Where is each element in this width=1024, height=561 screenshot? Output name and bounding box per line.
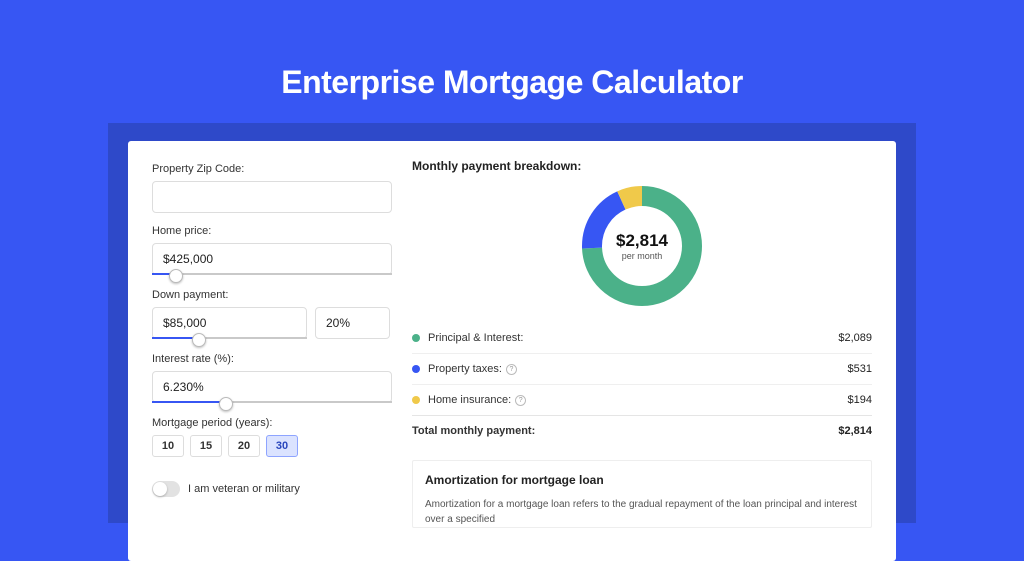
- period-label: Mortgage period (years):: [152, 417, 388, 429]
- period-btn-10[interactable]: 10: [152, 435, 184, 457]
- donut-chart: $2,814 per month: [581, 185, 703, 307]
- hero-band: Property Zip Code: Home price: Down paym…: [108, 123, 916, 523]
- legend-total-label: Total monthly payment:: [412, 425, 838, 437]
- donut-center-sub: per month: [622, 251, 663, 261]
- dot-icon: [412, 396, 420, 404]
- inputs-column: Property Zip Code: Home price: Down paym…: [128, 141, 388, 561]
- legend: Principal & Interest: $2,089 Property ta…: [412, 323, 872, 446]
- info-icon[interactable]: ?: [515, 395, 526, 406]
- zip-field-group: Property Zip Code:: [152, 163, 388, 213]
- veteran-toggle[interactable]: [152, 481, 180, 497]
- legend-text: Home insurance:: [428, 394, 511, 406]
- donut-center-amount: $2,814: [616, 231, 668, 251]
- legend-value: $2,089: [838, 332, 872, 344]
- period-button-group: 10 15 20 30: [152, 435, 388, 457]
- legend-label: Home insurance: ?: [428, 394, 848, 406]
- price-field-group: Home price:: [152, 225, 388, 277]
- legend-row-taxes: Property taxes: ? $531: [412, 353, 872, 384]
- price-input[interactable]: [152, 243, 392, 275]
- amortization-title: Amortization for mortgage loan: [425, 473, 859, 487]
- period-btn-20[interactable]: 20: [228, 435, 260, 457]
- amortization-text: Amortization for a mortgage loan refers …: [425, 497, 859, 527]
- down-pct-input[interactable]: [315, 307, 390, 339]
- legend-value: $531: [848, 363, 872, 375]
- rate-input[interactable]: [152, 371, 392, 403]
- down-slider-thumb[interactable]: [192, 333, 206, 347]
- amortization-box: Amortization for mortgage loan Amortizat…: [412, 460, 872, 528]
- period-btn-15[interactable]: 15: [190, 435, 222, 457]
- legend-text: Property taxes:: [428, 363, 502, 375]
- legend-value: $194: [848, 394, 872, 406]
- rate-label: Interest rate (%):: [152, 353, 388, 365]
- price-label: Home price:: [152, 225, 388, 237]
- page-title: Enterprise Mortgage Calculator: [0, 0, 1024, 123]
- legend-label: Principal & Interest:: [428, 332, 838, 344]
- down-amount-input[interactable]: [152, 307, 307, 339]
- dot-icon: [412, 365, 420, 373]
- zip-label: Property Zip Code:: [152, 163, 388, 175]
- down-slider[interactable]: [152, 339, 307, 341]
- down-field-group: Down payment:: [152, 289, 388, 341]
- period-field-group: Mortgage period (years): 10 15 20 30: [152, 417, 388, 457]
- legend-row-total: Total monthly payment: $2,814: [412, 415, 872, 446]
- legend-row-insurance: Home insurance: ? $194: [412, 384, 872, 415]
- breakdown-column: Monthly payment breakdown: $2,814 per mo…: [388, 141, 896, 561]
- veteran-toggle-row: I am veteran or military: [152, 481, 388, 497]
- down-label: Down payment:: [152, 289, 388, 301]
- info-icon[interactable]: ?: [506, 364, 517, 375]
- veteran-toggle-label: I am veteran or military: [188, 483, 300, 495]
- donut-chart-wrap: $2,814 per month: [412, 185, 872, 307]
- breakdown-title: Monthly payment breakdown:: [412, 159, 872, 173]
- rate-slider[interactable]: [152, 403, 392, 405]
- rate-slider-thumb[interactable]: [219, 397, 233, 411]
- price-slider-thumb[interactable]: [169, 269, 183, 283]
- rate-field-group: Interest rate (%):: [152, 353, 388, 405]
- calculator-card: Property Zip Code: Home price: Down paym…: [128, 141, 896, 561]
- dot-icon: [412, 334, 420, 342]
- legend-row-principal: Principal & Interest: $2,089: [412, 323, 872, 353]
- toggle-knob-icon: [153, 482, 167, 496]
- price-slider[interactable]: [152, 275, 392, 277]
- zip-input[interactable]: [152, 181, 392, 213]
- legend-label: Property taxes: ?: [428, 363, 848, 375]
- period-btn-30[interactable]: 30: [266, 435, 298, 457]
- legend-total-value: $2,814: [838, 425, 872, 437]
- donut-center: $2,814 per month: [581, 185, 703, 307]
